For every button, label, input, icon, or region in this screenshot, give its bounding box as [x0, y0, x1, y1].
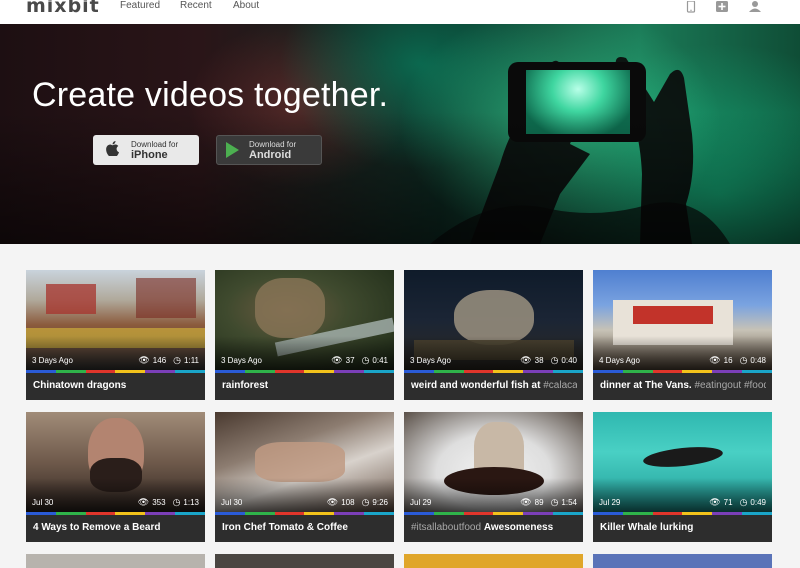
video-card[interactable]: 3 Days Ago 👁 38 ◷ 0:40 weird and wonderf…	[404, 270, 583, 400]
google-play-icon	[226, 142, 239, 158]
hero-banner: Create videos together. Download for iPh…	[0, 24, 800, 244]
video-title[interactable]: weird and wonderful fish at #calaca...	[411, 380, 577, 391]
view-count: 108	[341, 498, 355, 507]
video-date: Jul 30	[32, 498, 54, 507]
eye-icon: 👁	[709, 355, 721, 365]
video-tags: #itsallaboutfood	[411, 522, 484, 533]
mixbit-logo[interactable]: mixbit	[26, 0, 100, 16]
video-title[interactable]: dinner at The Vans. #eatingout #food	[600, 380, 766, 391]
video-title[interactable]: Iron Chef Tomato & Coffee	[222, 522, 388, 533]
video-date: 3 Days Ago	[221, 356, 262, 365]
nav-featured[interactable]: Featured	[120, 0, 160, 12]
video-card-partial[interactable]	[215, 554, 394, 568]
view-count: 38	[534, 356, 544, 365]
video-date: Jul 29	[599, 498, 621, 507]
video-duration: 0:41	[372, 356, 388, 365]
eye-icon: 👁	[137, 497, 150, 507]
eye-icon: 👁	[709, 497, 721, 507]
clock-icon: ◷	[739, 497, 748, 507]
ios-button-platform: iPhone	[131, 149, 168, 161]
color-stripe	[215, 370, 394, 373]
video-date: Jul 30	[221, 498, 243, 507]
color-stripe	[593, 512, 772, 515]
video-date: 4 Days Ago	[599, 356, 640, 365]
color-stripe	[593, 370, 772, 373]
video-card[interactable]: Jul 29 👁 89 ◷ 1:54 #itsallaboutfood Awes…	[404, 412, 583, 542]
video-tags: #calaca...	[543, 380, 577, 391]
view-count: 16	[723, 356, 733, 365]
video-card-partial[interactable]	[404, 554, 583, 568]
video-title[interactable]: 4 Ways to Remove a Beard	[33, 522, 199, 533]
video-card[interactable]: 3 Days Ago 👁 146 ◷ 1:11 Chinatown dragon…	[26, 270, 205, 400]
download-iphone-button[interactable]: Download for iPhone	[93, 135, 199, 165]
video-date: 3 Days Ago	[32, 356, 73, 365]
clock-icon: ◷	[172, 497, 181, 507]
video-duration: 1:13	[183, 498, 199, 507]
view-count: 89	[534, 498, 544, 507]
video-card-partial[interactable]	[26, 554, 205, 568]
eye-icon: 👁	[138, 355, 150, 365]
video-date: Jul 29	[410, 498, 432, 507]
video-title[interactable]: #itsallaboutfood Awesomeness	[411, 522, 577, 533]
hero-title: Create videos together.	[32, 76, 389, 114]
video-title[interactable]: Killer Whale lurking	[600, 522, 766, 533]
clock-icon: ◷	[550, 497, 559, 507]
download-android-button[interactable]: Download for Android	[216, 135, 322, 165]
video-title[interactable]: Chinatown dragons	[33, 380, 199, 391]
view-count: 353	[152, 498, 166, 507]
eye-icon: 👁	[520, 355, 532, 365]
mobile-phone-icon[interactable]	[686, 0, 696, 18]
eye-icon: 👁	[520, 497, 532, 507]
clock-icon: ◷	[550, 355, 559, 365]
clock-icon: ◷	[361, 355, 370, 365]
color-stripe	[26, 512, 205, 515]
clock-icon: ◷	[361, 497, 370, 507]
video-duration: 9:26	[372, 498, 388, 507]
color-stripe	[215, 512, 394, 515]
video-duration: 1:54	[561, 498, 577, 507]
apple-icon	[101, 140, 123, 160]
video-card[interactable]: Jul 30 👁 108 ◷ 9:26 Iron Chef Tomato & C…	[215, 412, 394, 542]
add-video-icon[interactable]	[716, 0, 728, 18]
video-card[interactable]: Jul 29 👁 71 ◷ 0:49 Killer Whale lurking	[593, 412, 772, 542]
video-card-partial[interactable]	[593, 554, 772, 568]
top-navigation: mixbit Featured Recent About	[0, 0, 800, 24]
video-card[interactable]: Jul 30 👁 353 ◷ 1:13 4 Ways to Remove a B…	[26, 412, 205, 542]
video-title[interactable]: rainforest	[222, 380, 388, 391]
video-duration: 0:49	[750, 498, 766, 507]
nav-about[interactable]: About	[233, 0, 259, 12]
clock-icon: ◷	[739, 355, 748, 365]
video-duration: 0:48	[750, 356, 766, 365]
view-count: 146	[152, 356, 167, 365]
hero-overlay	[0, 24, 800, 244]
video-tags: #eatingout #food	[691, 380, 766, 391]
video-duration: 1:11	[184, 356, 199, 365]
eye-icon: 👁	[331, 355, 343, 365]
android-button-platform: Android	[249, 149, 292, 161]
user-account-icon[interactable]	[748, 0, 762, 18]
color-stripe	[404, 370, 583, 373]
color-stripe	[26, 370, 205, 373]
clock-icon: ◷	[173, 355, 182, 365]
video-date: 3 Days Ago	[410, 356, 451, 365]
color-stripe	[404, 512, 583, 515]
view-count: 37	[345, 356, 355, 365]
view-count: 71	[723, 498, 733, 507]
eye-icon: 👁	[326, 497, 339, 507]
video-card[interactable]: 4 Days Ago 👁 16 ◷ 0:48 dinner at The Van…	[593, 270, 772, 400]
video-duration: 0:40	[561, 356, 577, 365]
nav-recent[interactable]: Recent	[180, 0, 212, 12]
video-card[interactable]: 3 Days Ago 👁 37 ◷ 0:41 rainforest	[215, 270, 394, 400]
